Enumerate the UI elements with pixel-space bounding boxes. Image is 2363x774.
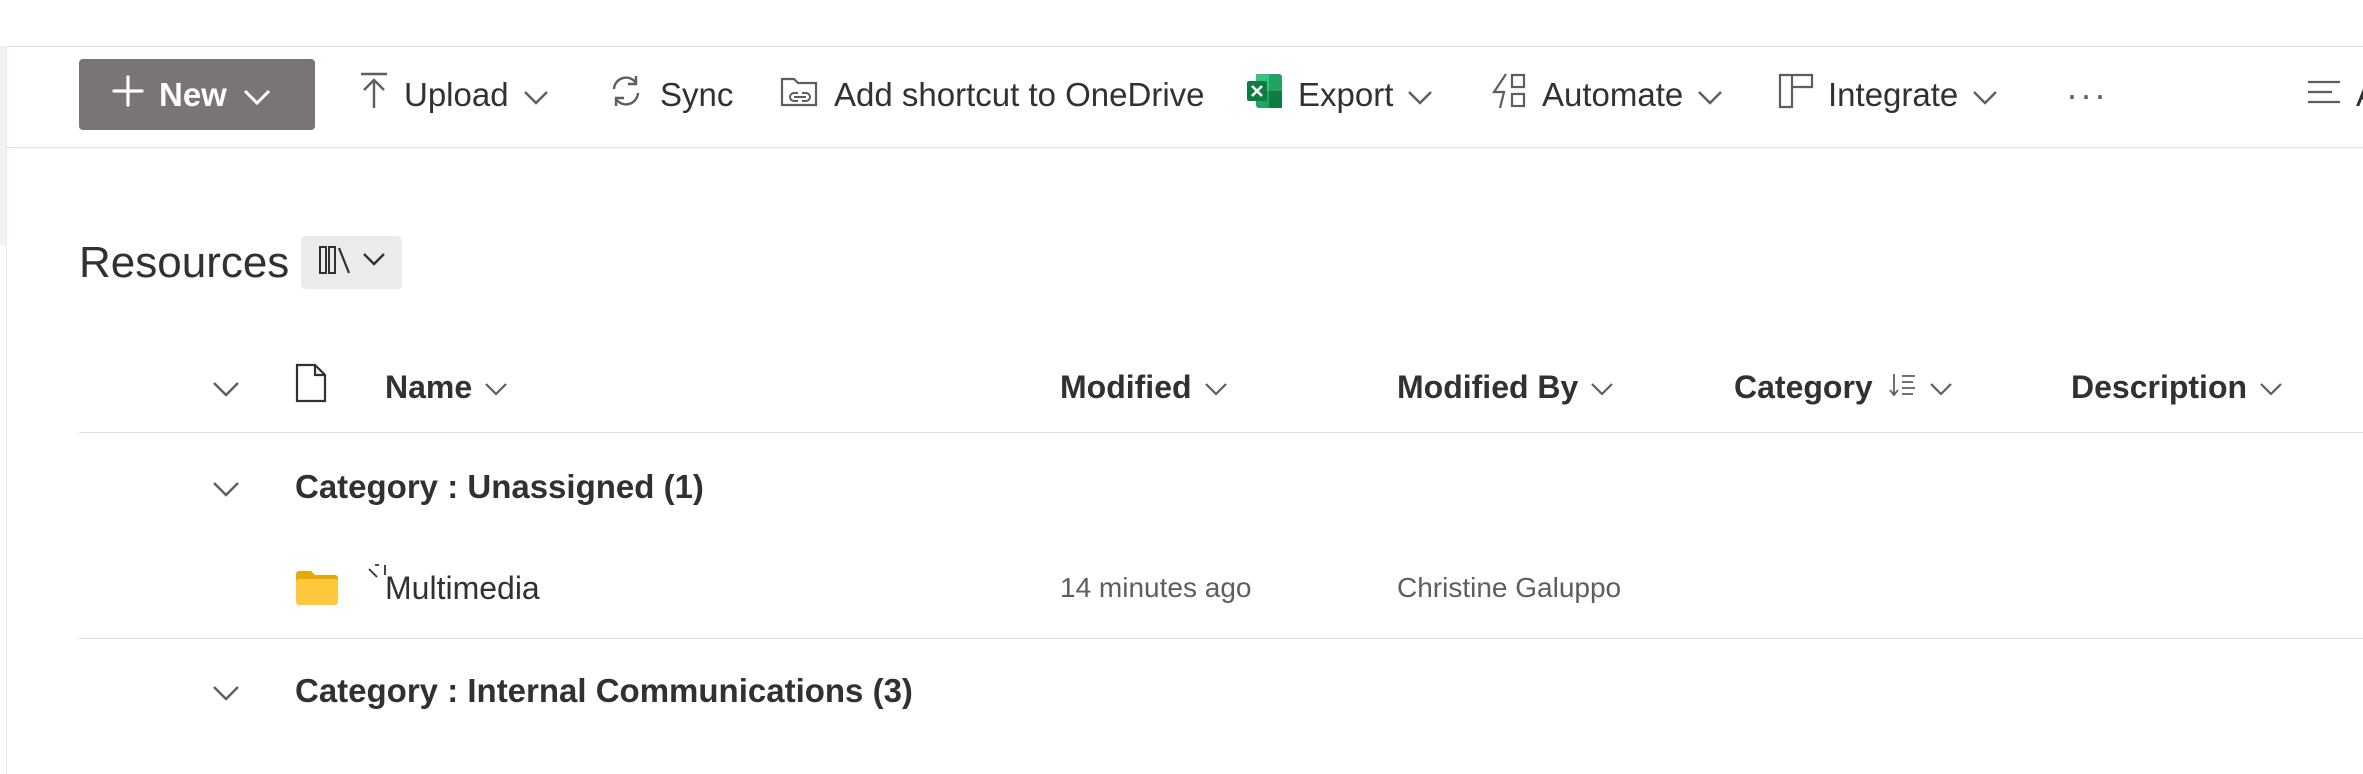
upload-button[interactable]: Upload [358, 47, 549, 143]
left-rail [0, 46, 7, 774]
modified-column-label: Modified [1060, 368, 1192, 405]
chevron-down-icon [362, 252, 386, 273]
automate-icon [1488, 72, 1528, 118]
category-column-header[interactable]: Category [1734, 364, 1953, 410]
modified-value: 14 minutes ago [1060, 572, 1252, 603]
automate-button[interactable]: Automate [1488, 47, 1723, 143]
modified-column-header[interactable]: Modified [1060, 364, 1228, 410]
collapse-group-button[interactable] [212, 480, 240, 503]
name-column-label: Name [385, 368, 473, 405]
view-options-label: A [2356, 76, 2363, 114]
chevron-down-icon [212, 369, 240, 406]
group-header-unassigned: Category : Unassigned (1) [79, 460, 2363, 540]
top-strip [0, 0, 2363, 47]
add-shortcut-button[interactable]: Add shortcut to OneDrive [780, 47, 1205, 143]
description-column-header[interactable]: Description [2071, 364, 2283, 410]
more-icon: ··· [2066, 74, 2108, 115]
modified-by-value[interactable]: Christine Galuppo [1397, 572, 1621, 604]
library-icon [318, 245, 352, 280]
collapse-group-button[interactable] [212, 684, 240, 707]
chevron-down-icon [1697, 76, 1723, 114]
chevron-down-icon [2259, 369, 2283, 406]
integrate-label: Integrate [1828, 76, 1959, 113]
automate-label: Automate [1542, 76, 1684, 113]
view-options-button[interactable]: A [2306, 47, 2363, 143]
upload-label: Upload [404, 76, 509, 113]
chevron-down-icon [1590, 369, 1614, 406]
plus-icon [111, 74, 145, 116]
file-name-link[interactable]: Multimedia [385, 570, 540, 607]
new-button[interactable]: New [79, 59, 315, 130]
chevron-down-icon [243, 76, 271, 114]
add-shortcut-label: Add shortcut to OneDrive [834, 76, 1205, 113]
command-bar: New Upload Sync Add shortcut to OneDrive… [6, 47, 2363, 148]
chevron-down-icon [1929, 369, 1953, 406]
sync-button[interactable]: Sync [606, 47, 733, 143]
integrate-icon [1778, 73, 1814, 117]
library-view-button[interactable] [301, 236, 402, 289]
name-column-header[interactable]: Name [385, 364, 508, 410]
integrate-button[interactable]: Integrate [1778, 47, 1998, 143]
document-icon [295, 363, 327, 411]
collapse-all-button[interactable] [212, 364, 240, 410]
new-button-label: New [159, 75, 227, 113]
group-by-icon [1889, 369, 1917, 406]
upload-icon [358, 72, 390, 118]
category-column-label: Category [1734, 368, 1873, 405]
chevron-down-icon [212, 482, 240, 502]
chevron-down-icon [212, 686, 240, 706]
more-options-button[interactable]: ··· [2066, 47, 2108, 143]
chevron-down-icon [1972, 76, 1998, 114]
group-header-internal-communications: Category : Internal Communications (3) [79, 660, 2363, 740]
export-button[interactable]: Export [1246, 47, 1433, 143]
page-title: Resources [79, 238, 290, 287]
view-options-icon [2306, 76, 2342, 114]
chevron-down-icon [484, 369, 508, 406]
excel-icon [1246, 72, 1284, 118]
description-column-label: Description [2071, 368, 2248, 405]
group-title: Category : Internal Communications (3) [295, 672, 913, 709]
sync-label: Sync [660, 76, 734, 113]
export-label: Export [1298, 76, 1394, 113]
folder-icon [295, 570, 339, 613]
modified-by-column-header[interactable]: Modified By [1397, 364, 1614, 410]
chevron-down-icon [1204, 369, 1228, 406]
table-row[interactable]: Multimedia 14 minutes ago Christine Galu… [79, 540, 2363, 639]
modified-by-column-label: Modified By [1397, 368, 1579, 405]
chevron-down-icon [523, 76, 549, 114]
chevron-down-icon [1407, 76, 1433, 114]
group-title: Category : Unassigned (1) [295, 468, 704, 505]
column-header-row: Name Modified Modified By Category Descr… [79, 350, 2363, 433]
file-type-column-header[interactable] [295, 363, 327, 411]
sync-icon [606, 71, 646, 119]
folder-link-icon [780, 73, 820, 117]
